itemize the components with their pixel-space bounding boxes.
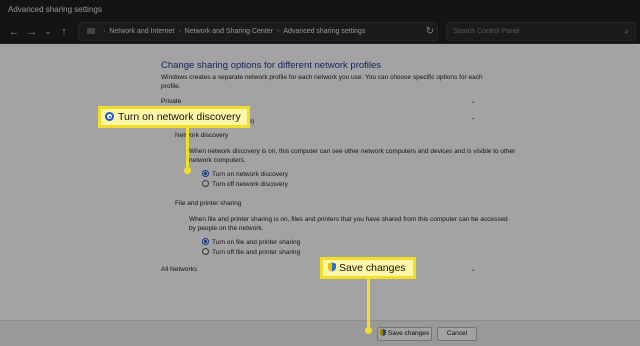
cancel-button[interactable]: Cancel <box>437 327 477 341</box>
control-panel-icon <box>87 28 95 35</box>
breadcrumb-separator: › <box>178 28 181 35</box>
page-description: Windows creates a separate network profi… <box>161 74 483 90</box>
file-sharing-heading: File and printer sharing <box>175 200 242 207</box>
chevron-down-icon[interactable]: ⌄ <box>470 97 476 105</box>
breadcrumb-advanced-sharing[interactable]: Advanced sharing settings <box>283 23 365 40</box>
breadcrumb-network-internet[interactable]: Network and Internet <box>109 23 174 40</box>
sharing-off-option[interactable]: Turn off file and printer sharing <box>202 248 300 257</box>
radio-checked-icon <box>105 112 114 121</box>
recent-locations-chevron-icon[interactable]: ⌄ <box>40 24 56 40</box>
radio-checked-icon[interactable] <box>202 238 209 245</box>
discovery-off-label: Turn off network discovery <box>212 181 288 188</box>
save-callout: Save changes <box>320 257 416 279</box>
up-arrow-icon[interactable]: ↑ <box>56 24 72 40</box>
sharing-on-label: Turn on file and printer sharing <box>212 239 301 246</box>
discovery-on-option[interactable]: Turn on network discovery <box>202 170 288 179</box>
radio-unchecked-icon[interactable] <box>202 180 209 187</box>
chevron-up-icon[interactable]: ⌃ <box>470 117 476 125</box>
page-title: Change sharing options for different net… <box>161 60 382 71</box>
all-networks-header[interactable]: All Networks <box>161 266 197 273</box>
discovery-off-option[interactable]: Turn off network discovery <box>202 180 288 189</box>
breadcrumb-sharing-center[interactable]: Network and Sharing Center <box>185 23 273 40</box>
private-profile-header[interactable]: Private <box>161 98 181 105</box>
save-changes-button[interactable]: Save changes <box>377 327 432 341</box>
breadcrumb-separator: › <box>103 28 106 35</box>
save-changes-label: Save changes <box>387 330 430 337</box>
breadcrumb-separator: › <box>277 28 280 35</box>
discovery-callout: Turn on network discovery <box>98 106 250 128</box>
breadcrumb[interactable]: › Network and Internet › Network and Sharin… <box>78 22 438 41</box>
chevron-down-icon[interactable]: ⌄ <box>470 265 476 273</box>
network-discovery-description: When network discovery is on, this compu… <box>189 148 516 164</box>
uac-shield-icon <box>379 329 386 336</box>
search-placeholder: Search Control Panel <box>453 28 520 35</box>
discovery-callout-label: Turn on network discovery <box>118 111 241 123</box>
search-icon: ⌕ <box>624 27 629 36</box>
network-discovery-heading: Network discovery <box>175 132 229 139</box>
file-sharing-description: When file and printer sharing is on, fil… <box>189 216 508 232</box>
window-title: Advanced sharing settings <box>0 0 640 20</box>
radio-unchecked-icon[interactable] <box>202 248 209 255</box>
callout-pointer-dot <box>365 327 372 334</box>
save-callout-label: Save changes <box>339 262 406 274</box>
cancel-label: Cancel <box>446 330 468 337</box>
refresh-icon[interactable]: ↻ <box>422 22 438 41</box>
radio-checked-icon[interactable] <box>202 170 209 177</box>
search-input[interactable]: Search Control Panel ⌕ <box>446 22 636 41</box>
sharing-off-label: Turn off file and printer sharing <box>212 249 301 256</box>
button-bar: Save changes Cancel <box>0 320 640 346</box>
back-arrow-icon[interactable]: ← <box>6 24 22 40</box>
sharing-on-option[interactable]: Turn on file and printer sharing <box>202 238 300 247</box>
callout-pointer-dot <box>184 167 191 174</box>
discovery-on-label: Turn on network discovery <box>212 171 288 178</box>
forward-arrow-icon[interactable]: → <box>24 24 40 40</box>
uac-shield-icon <box>328 262 336 272</box>
callout-connector-line <box>367 277 370 329</box>
address-bar: ← → ⌄ ↑ › Network and Internet › Network an… <box>0 20 640 44</box>
